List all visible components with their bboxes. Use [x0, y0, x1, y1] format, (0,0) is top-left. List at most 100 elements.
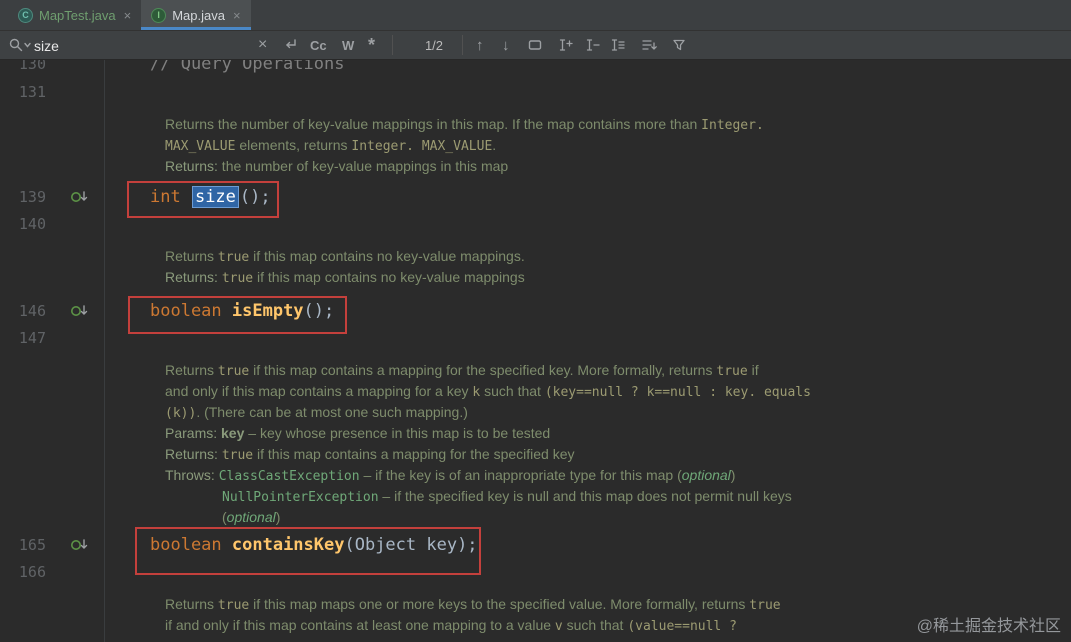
- doc-exception-link[interactable]: ClassCastException: [219, 469, 360, 484]
- code-line-containskey[interactable]: boolean containsKey(Object key);: [150, 532, 478, 559]
- implemented-marker-icon[interactable]: [70, 537, 90, 553]
- ide-window: C MapTest.java × I Map.java × × Cc W * 1…: [0, 0, 1071, 642]
- doc-text: such that: [562, 617, 628, 633]
- code-line-isempty[interactable]: boolean isEmpty();: [150, 298, 334, 325]
- filter-icon[interactable]: [671, 31, 687, 59]
- doc-comment-line: MAX_VALUE elements, returns Integer. MAX…: [165, 135, 496, 156]
- implemented-marker-icon[interactable]: [70, 303, 90, 319]
- doc-text: if: [747, 362, 759, 378]
- doc-returns-label: Returns:: [165, 158, 218, 174]
- tab-map-java[interactable]: I Map.java ×: [141, 0, 251, 30]
- doc-code-ref: v: [554, 619, 563, 634]
- add-occurrence-icon[interactable]: [557, 31, 574, 59]
- code-text: ();: [239, 187, 271, 207]
- doc-text: – key whose presence in this map is to b…: [244, 425, 551, 441]
- doc-returns-label: Returns:: [165, 446, 222, 462]
- keyword: int: [150, 187, 191, 207]
- code-text: (Object key);: [344, 535, 478, 555]
- open-results-icon[interactable]: [641, 31, 658, 59]
- close-tab-icon[interactable]: ×: [124, 8, 132, 23]
- next-occurrence-button[interactable]: ↓: [502, 31, 510, 59]
- editor[interactable]: 130 131 139 140 146 147 165 166 // Query…: [0, 60, 1071, 642]
- doc-comment-line: (k)). (There can be at most one such map…: [165, 402, 468, 423]
- doc-code-ref: true: [217, 364, 250, 379]
- doc-text: if this map contains no key-value mappin…: [253, 269, 525, 285]
- doc-text: ): [275, 509, 281, 525]
- doc-code-ref: true: [217, 250, 250, 265]
- line-number: 130: [18, 60, 46, 73]
- doc-returns-label: Returns:: [165, 269, 222, 285]
- doc-code-ref: true: [221, 271, 254, 286]
- doc-params-label: Params:: [165, 425, 222, 441]
- unselect-occurrence-icon[interactable]: [584, 31, 601, 59]
- insert-newline-icon[interactable]: [282, 31, 298, 59]
- search-icon[interactable]: [8, 31, 32, 59]
- editor-tab-bar: C MapTest.java × I Map.java ×: [0, 0, 1071, 31]
- clear-search-icon[interactable]: ×: [258, 31, 267, 59]
- method-name: isEmpty: [231, 301, 304, 321]
- doc-code-ref: MAX_VALUE: [165, 139, 236, 154]
- doc-comment-line: Returns true if this map contains no key…: [165, 246, 525, 267]
- search-input[interactable]: [32, 33, 256, 59]
- tab-maptest-java[interactable]: C MapTest.java ×: [8, 0, 141, 30]
- doc-text: Returns: [165, 596, 218, 612]
- line-number: 147: [18, 329, 46, 347]
- implemented-marker-icon[interactable]: [70, 189, 90, 205]
- doc-comment-line: if and only if this map contains at leas…: [165, 615, 737, 636]
- tab-label: Map.java: [172, 7, 225, 23]
- find-in-selection-icon[interactable]: [527, 31, 543, 59]
- doc-comment-line: Returns true if this map maps one or mor…: [165, 594, 781, 615]
- doc-text: the number of key-value mappings in this…: [217, 158, 509, 174]
- regex-toggle[interactable]: *: [368, 31, 375, 59]
- doc-code-ref: true: [749, 598, 781, 613]
- method-name: containsKey: [231, 535, 345, 555]
- words-toggle[interactable]: W: [342, 31, 354, 59]
- code-line-comment[interactable]: // Query Operations: [150, 60, 344, 78]
- doc-comment-line: Returns the number of key-value mappings…: [165, 114, 764, 135]
- doc-text: if this map contains a mapping for the s…: [253, 446, 575, 462]
- doc-text: elements, returns: [235, 137, 352, 153]
- code-text: ();: [303, 301, 335, 321]
- find-bar: × Cc W * 1/2 ↑ ↓: [0, 31, 1071, 60]
- doc-code-ref: true: [217, 598, 250, 613]
- doc-code-ref: true: [716, 364, 748, 379]
- doc-text: – if the specified key is null and this …: [378, 488, 792, 504]
- doc-optional-link[interactable]: optional: [227, 509, 276, 525]
- tab-label: MapTest.java: [39, 7, 116, 23]
- line-number: 146: [18, 302, 46, 320]
- line-number: 131: [18, 83, 46, 101]
- code-line-size[interactable]: int size ();: [150, 184, 271, 211]
- doc-text: if this map contains a mapping for the s…: [249, 362, 717, 378]
- watermark: @稀土掘金技术社区: [916, 618, 1061, 635]
- doc-comment-line: Returns: true if this map contains no ke…: [165, 267, 525, 288]
- doc-text: and only if this map contains a mapping …: [165, 383, 473, 399]
- keyword: boolean: [150, 301, 232, 321]
- doc-comment-line: Returns: the number of key-value mapping…: [165, 156, 508, 177]
- prev-occurrence-button[interactable]: ↑: [476, 31, 484, 59]
- doc-comment-line: and only if this map contains a mapping …: [165, 381, 811, 402]
- doc-text: .: [492, 137, 497, 153]
- doc-text: if and only if this map contains at leas…: [165, 617, 555, 633]
- doc-comment-line: (optional): [222, 507, 280, 528]
- doc-throws-label: Throws:: [165, 467, 219, 483]
- doc-code-ref: (key==null ? k==null : key. equals: [544, 385, 811, 400]
- close-tab-icon[interactable]: ×: [233, 8, 241, 23]
- line-number: 140: [18, 215, 46, 233]
- doc-text: such that: [480, 383, 545, 399]
- line-number: 165: [18, 536, 46, 554]
- doc-optional-link[interactable]: optional: [682, 467, 731, 483]
- keyword: boolean: [150, 535, 232, 555]
- match-counter: 1/2: [424, 37, 444, 53]
- line-number: 139: [18, 188, 46, 206]
- doc-text: if this map maps one or more keys to the…: [249, 596, 750, 612]
- doc-exception-link[interactable]: NullPointerException: [222, 490, 379, 505]
- doc-text: – if the key is of an inappropriate type…: [359, 467, 682, 483]
- search-match-highlight[interactable]: size: [191, 186, 239, 208]
- doc-comment-line: Params: key – key whose presence in this…: [165, 423, 550, 444]
- divider: [462, 35, 463, 55]
- match-case-toggle[interactable]: Cc: [310, 31, 327, 59]
- select-all-occurrences-icon[interactable]: [609, 31, 626, 59]
- doc-param-name: key: [221, 425, 245, 441]
- class-icon: C: [18, 7, 33, 23]
- doc-text: ): [730, 467, 736, 483]
